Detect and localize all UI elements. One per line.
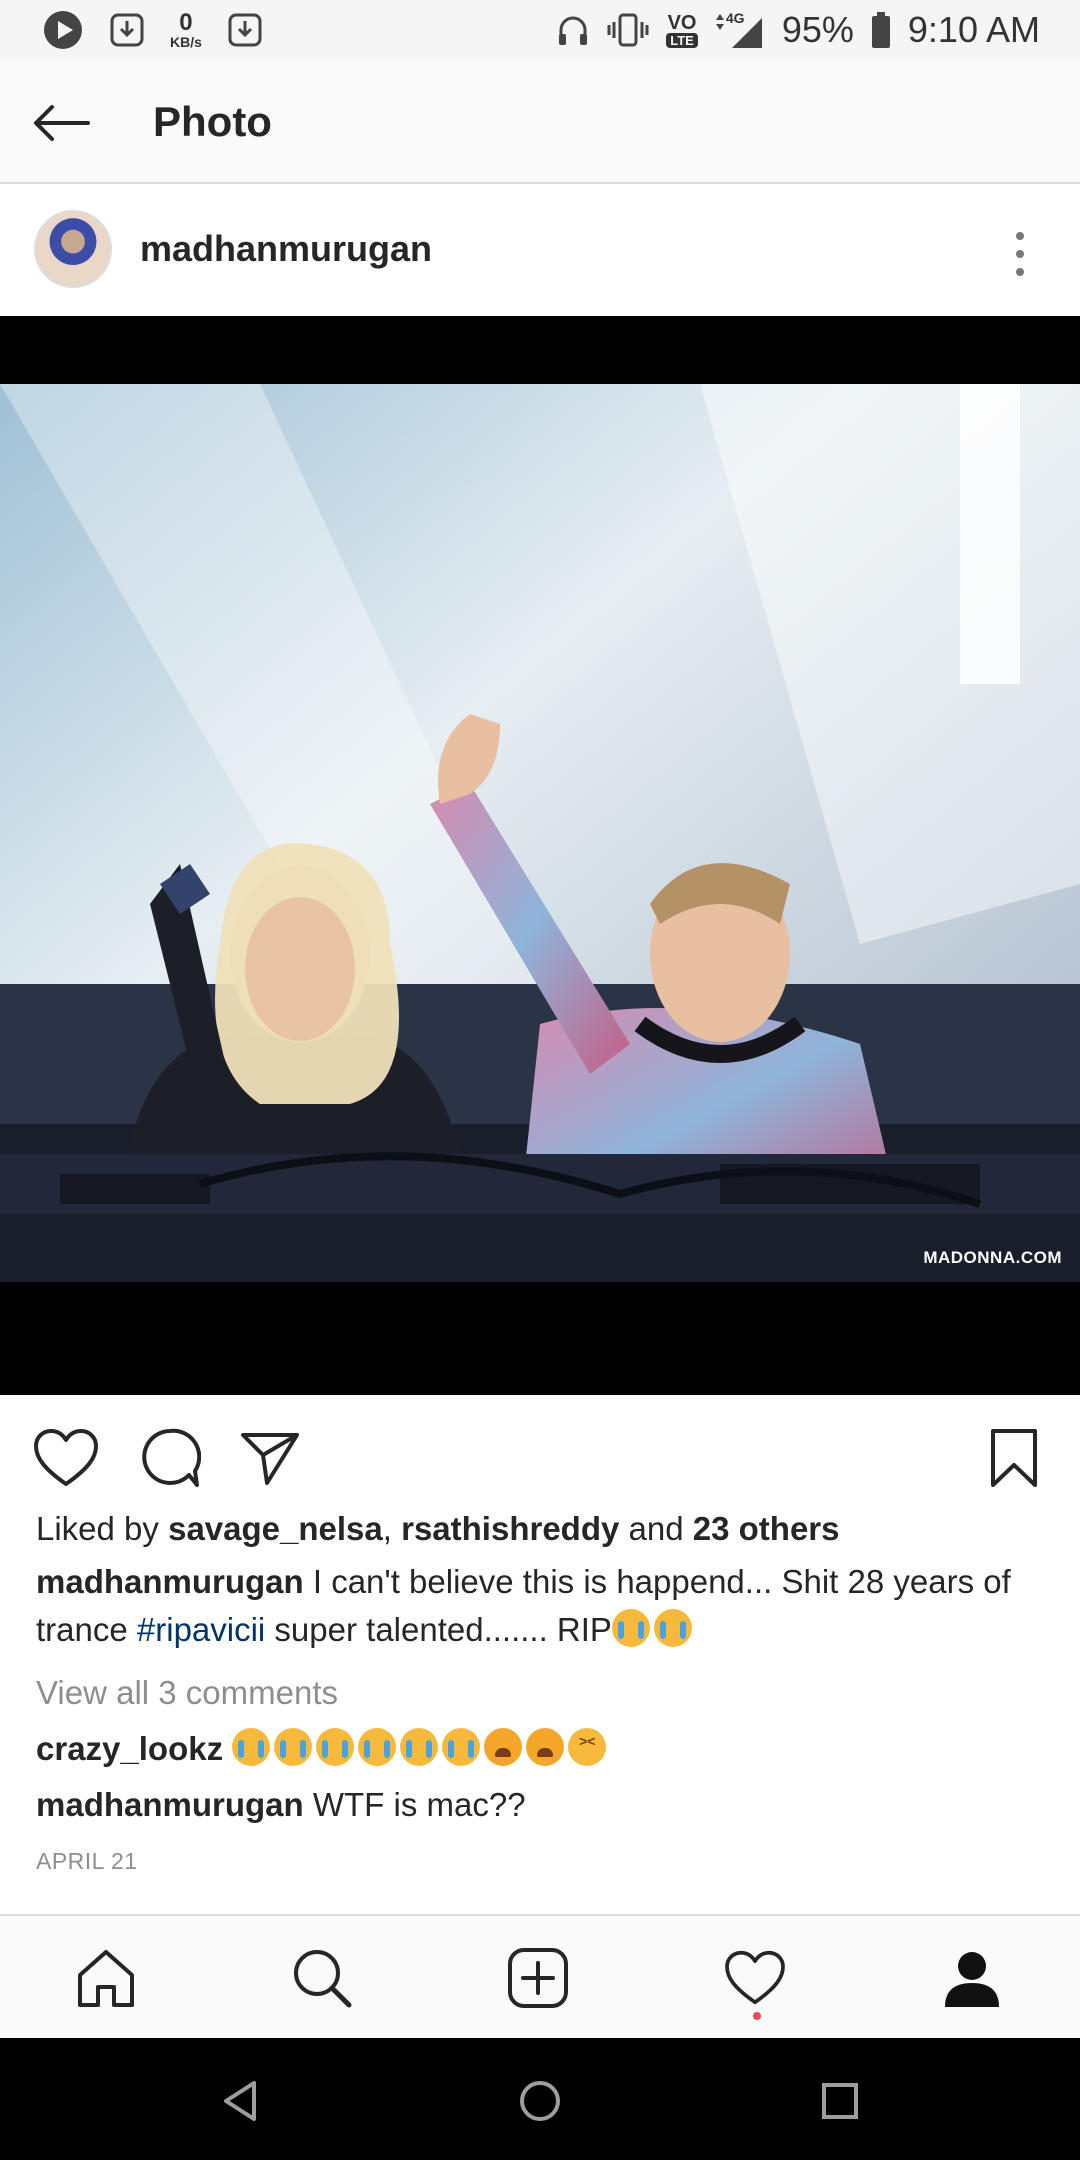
headphones-icon bbox=[559, 16, 588, 45]
comment-icon bbox=[142, 1428, 201, 1487]
net-speed: 0 KB/s bbox=[170, 9, 202, 50]
circle-home-icon bbox=[520, 2081, 560, 2121]
view-all-comments-link[interactable]: View all 3 comments bbox=[36, 1674, 338, 1712]
send-icon bbox=[241, 1433, 299, 1485]
arrow-left-icon bbox=[34, 105, 90, 141]
home-icon bbox=[78, 1950, 134, 2007]
nav-activity[interactable] bbox=[719, 1942, 791, 2014]
activity-notification-dot bbox=[753, 2012, 761, 2020]
volte-label: VO bbox=[667, 11, 697, 34]
post-media[interactable]: MADONNA.COM bbox=[0, 316, 1080, 1395]
comment-username[interactable]: crazy_lookz bbox=[36, 1730, 223, 1767]
net-speed-unit: KB/s bbox=[170, 34, 202, 50]
vibrate-icon bbox=[607, 13, 649, 47]
liker-username[interactable]: rsathishreddy bbox=[401, 1510, 619, 1547]
lte-label: LTE bbox=[666, 32, 698, 48]
crying-face-emoji bbox=[442, 1728, 481, 1766]
more-vertical-icon bbox=[1016, 232, 1024, 240]
clock: 9:10 AM bbox=[907, 9, 1040, 50]
battery-icon bbox=[871, 12, 890, 48]
nav-search[interactable] bbox=[286, 1942, 358, 2014]
page-title: Photo bbox=[153, 98, 272, 145]
system-home-button[interactable] bbox=[513, 2074, 567, 2128]
bookmark-icon bbox=[991, 1429, 1037, 1487]
system-nav-bar bbox=[0, 2038, 1080, 2160]
save-button[interactable] bbox=[978, 1422, 1050, 1494]
post-actions bbox=[0, 1410, 1080, 1498]
search-icon bbox=[294, 1950, 352, 2008]
back-button[interactable] bbox=[28, 90, 94, 156]
status-bar: 0 KB/s VO LTE 4G 95% 9:10 AM bbox=[0, 0, 1080, 60]
signal-icon bbox=[715, 14, 762, 48]
comment-button[interactable] bbox=[134, 1422, 206, 1494]
system-back-button[interactable] bbox=[213, 2074, 267, 2128]
caption-text: super talented....... RIP bbox=[265, 1611, 612, 1648]
crying-face-emoji bbox=[653, 1609, 692, 1647]
likes-separator: , bbox=[382, 1510, 402, 1547]
nav-home[interactable] bbox=[70, 1942, 142, 2014]
likes-prefix: Liked by bbox=[36, 1510, 169, 1547]
download-icon bbox=[228, 13, 262, 47]
comment: madhanmurugan WTF is mac?? bbox=[36, 1786, 526, 1824]
liker-username[interactable]: savage_nelsa bbox=[168, 1510, 383, 1547]
crying-face-emoji bbox=[400, 1728, 439, 1766]
system-recents-button[interactable] bbox=[813, 2074, 867, 2128]
nav-new-post[interactable] bbox=[502, 1942, 574, 2014]
bottom-nav bbox=[0, 1914, 1080, 2038]
heart-icon bbox=[725, 1950, 785, 2005]
add-post-icon bbox=[508, 1948, 568, 2008]
likes-and: and bbox=[619, 1510, 693, 1547]
crying-face-emoji bbox=[611, 1609, 650, 1647]
square-recents-icon bbox=[822, 2083, 858, 2119]
post-username[interactable]: madhanmurugan bbox=[140, 228, 432, 270]
comment: crazy_lookz bbox=[36, 1728, 610, 1768]
more-options-button[interactable] bbox=[1000, 226, 1040, 282]
download-icon bbox=[110, 13, 144, 47]
avatar[interactable] bbox=[34, 210, 112, 288]
battery-percent: 95% bbox=[781, 9, 854, 50]
net-speed-value: 0 bbox=[179, 9, 193, 36]
likes-others[interactable]: 23 others bbox=[693, 1510, 840, 1547]
likes-line[interactable]: Liked by savage_nelsa, rsathishreddy and… bbox=[36, 1510, 1046, 1548]
post-photo[interactable]: MADONNA.COM bbox=[0, 384, 1080, 1282]
comment-text: WTF is mac?? bbox=[303, 1786, 526, 1823]
play-icon bbox=[44, 11, 82, 49]
concert-photo-illustration bbox=[0, 384, 1080, 1282]
nav-profile[interactable] bbox=[936, 1942, 1008, 2014]
more-dot bbox=[1016, 250, 1024, 258]
more-dot bbox=[1016, 268, 1024, 276]
signal-indicator: 4G bbox=[714, 10, 766, 50]
post-header: madhanmurugan bbox=[0, 186, 1080, 316]
post-date: APRIL 21 bbox=[36, 1848, 138, 1874]
confounded-face-emoji bbox=[568, 1728, 607, 1766]
weary-face-emoji bbox=[526, 1728, 565, 1766]
photo-watermark: MADONNA.COM bbox=[923, 1248, 1062, 1267]
post-caption: madhanmurugan I can't believe this is ha… bbox=[36, 1558, 1046, 1654]
crying-face-emoji bbox=[358, 1728, 397, 1766]
weary-face-emoji bbox=[484, 1728, 523, 1766]
app-header: Photo bbox=[0, 60, 1080, 184]
crying-face-emoji bbox=[274, 1728, 313, 1766]
triangle-back-icon bbox=[224, 2081, 256, 2121]
crying-face-emoji bbox=[232, 1728, 271, 1766]
comment-username[interactable]: madhanmurugan bbox=[36, 1786, 304, 1823]
caption-username[interactable]: madhanmurugan bbox=[36, 1563, 304, 1600]
share-button[interactable] bbox=[234, 1422, 306, 1494]
hashtag-link[interactable]: #ripavicii bbox=[137, 1611, 265, 1648]
profile-icon bbox=[945, 1952, 999, 2007]
like-button[interactable] bbox=[30, 1422, 102, 1494]
volte-indicator: VO LTE bbox=[666, 13, 698, 48]
crying-face-emoji bbox=[316, 1728, 355, 1766]
heart-icon bbox=[34, 1429, 98, 1486]
